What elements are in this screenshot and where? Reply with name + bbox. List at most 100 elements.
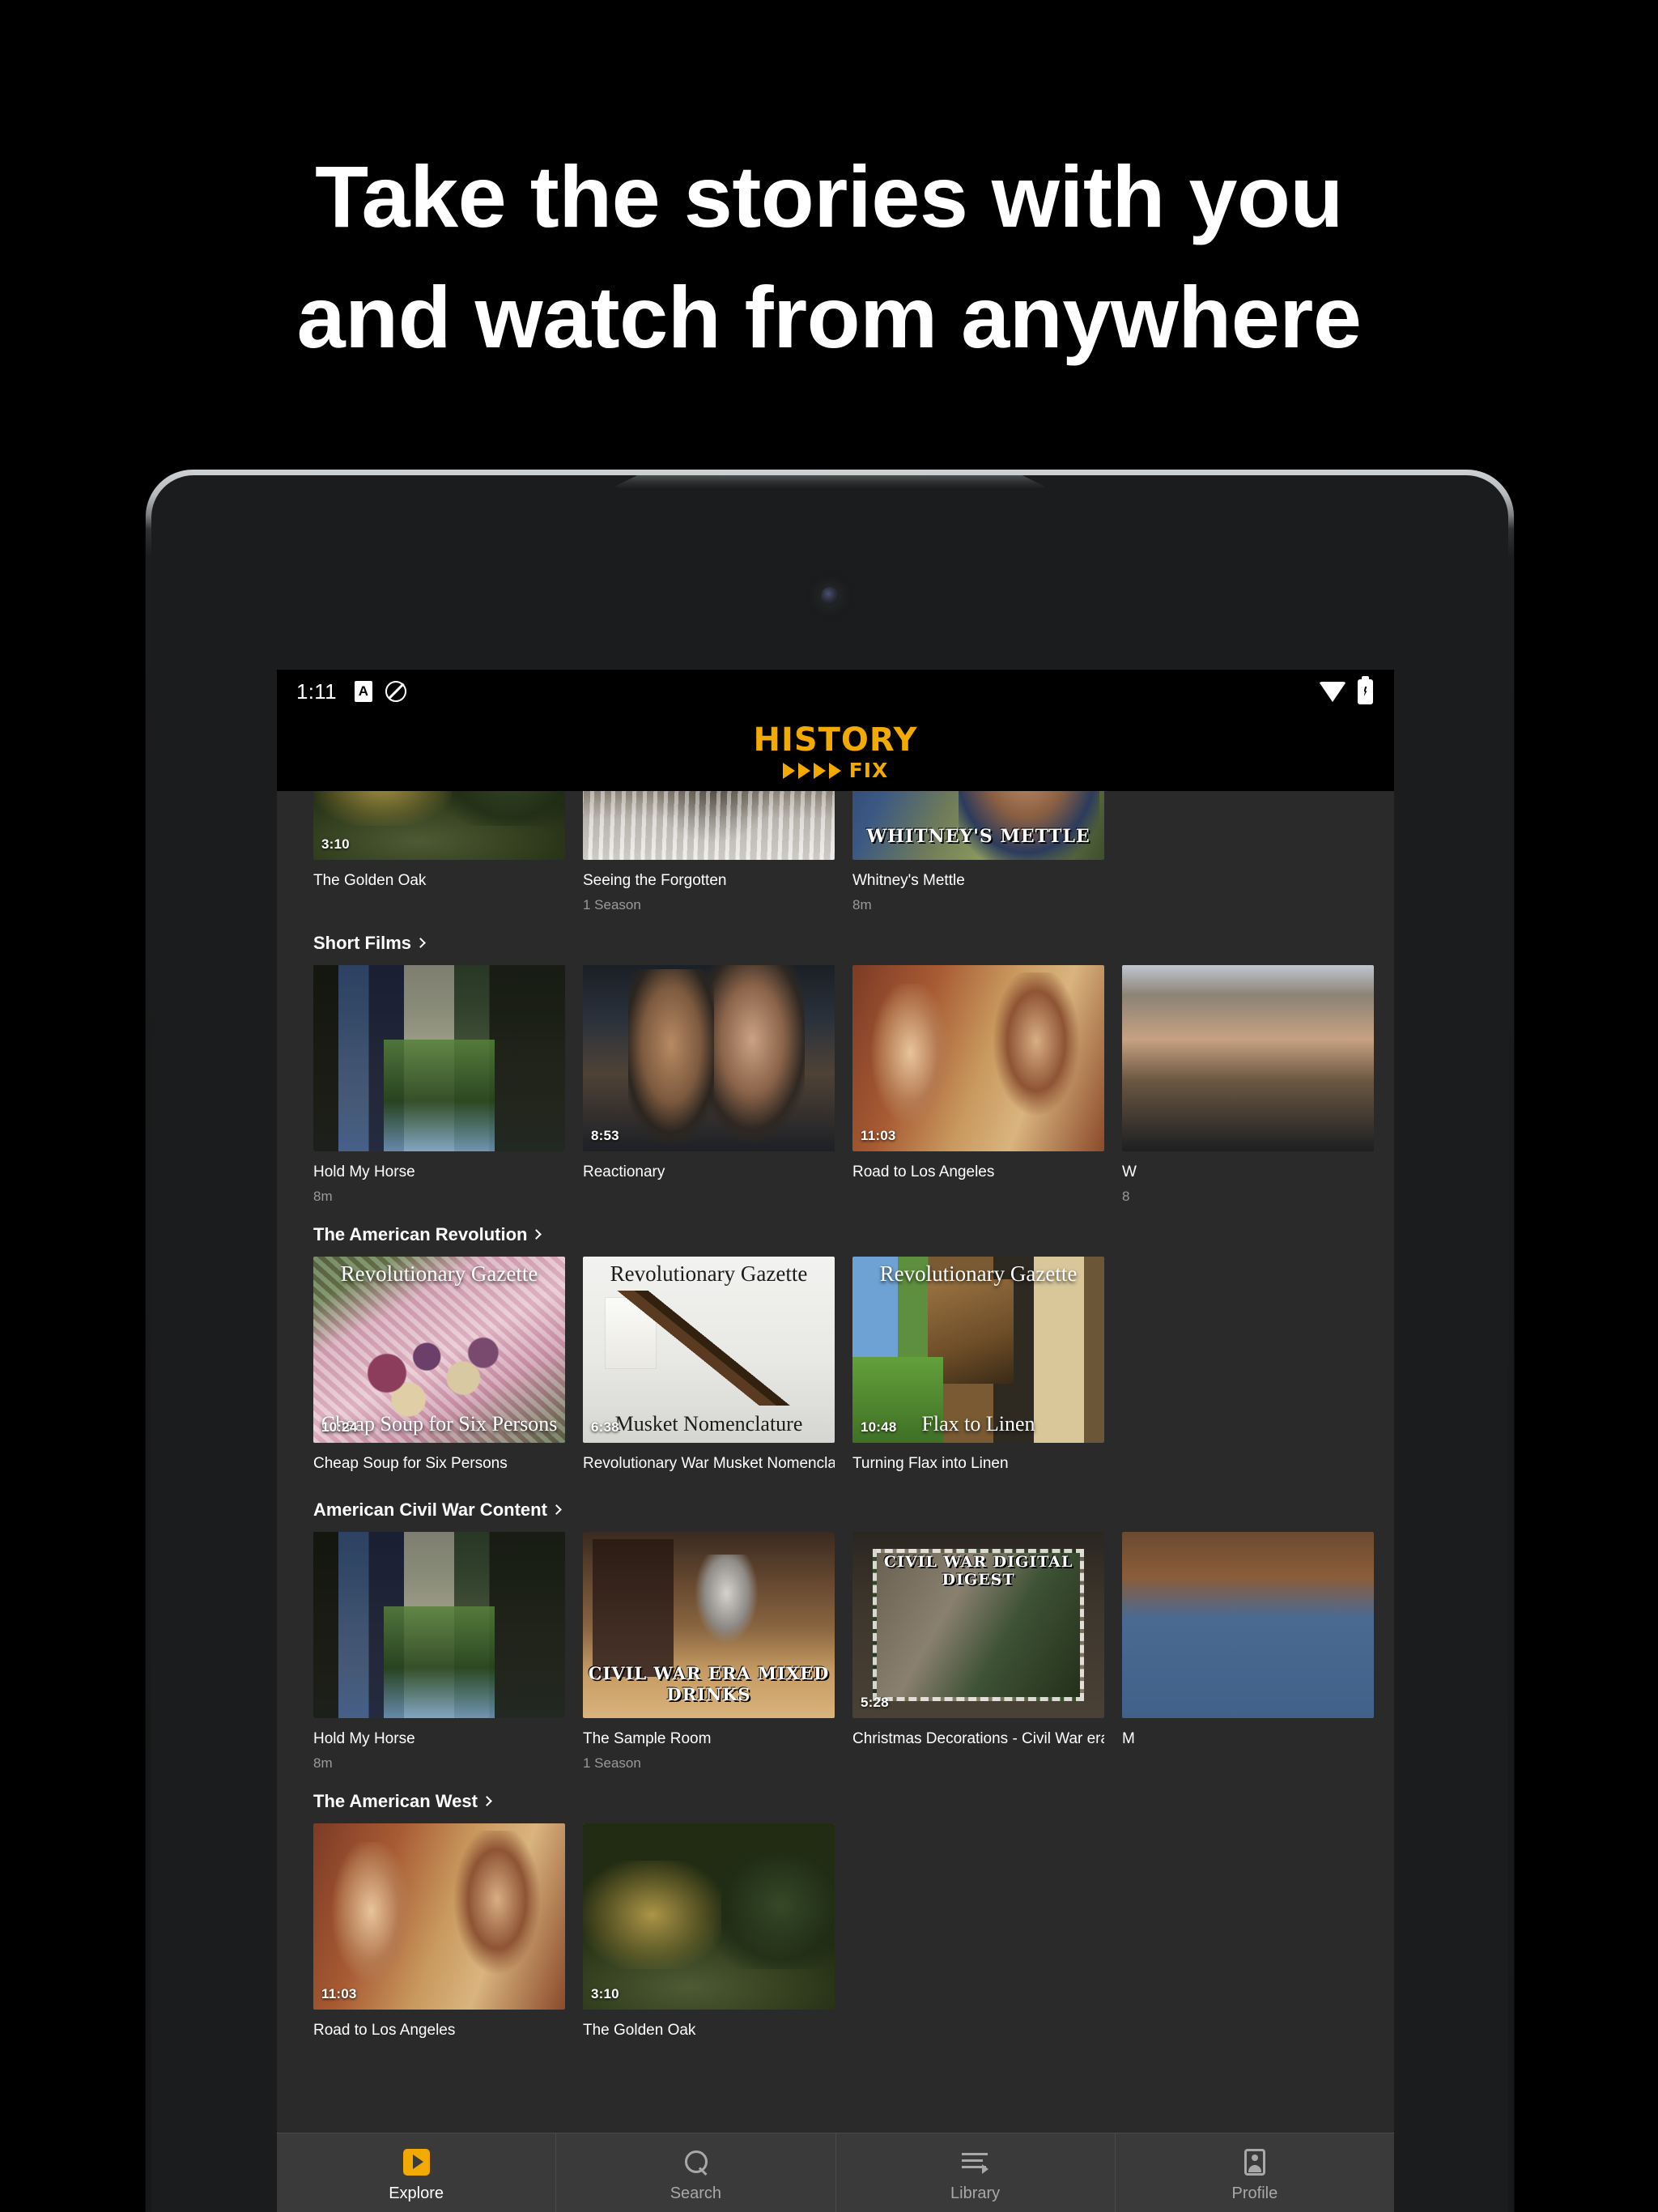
thumbnail-artwork [583,965,835,1152]
front-camera-icon [821,587,839,605]
card-title: The Golden Oak [313,872,427,889]
promo-screenshot: Take the stories with you and watch from… [0,0,1658,2212]
card-thumbnail[interactable]: 3:10 [313,791,565,860]
content-card[interactable]: WHITNEY'S METTLE Whitney's Mettle 8m [852,791,1104,913]
card-title: Road to Los Angeles [852,1163,995,1181]
duration-badge: 5:28 [861,1695,889,1711]
card-carousel[interactable]: Hold My Horse 8m 8:53 Reactionary 11:03 … [277,965,1394,1205]
nav-item-explore[interactable]: Explore [277,2133,557,2212]
content-card[interactable]: 3:10 The Golden Oak [313,791,565,913]
row-title-text: The American West [313,1791,478,1812]
content-row: The American Revolution Revolutionary Ga… [277,1205,1394,1480]
content-card[interactable]: CIVIL WAR ERA MIXED DRINKS The Sample Ro… [583,1532,835,1772]
app-header: HISTORY FIX [277,713,1394,791]
thumbnail-artwork [1122,965,1374,1152]
card-title: Hold My Horse [313,1163,415,1181]
thumbnail-artwork [852,1257,1104,1444]
card-thumbnail[interactable] [1122,1532,1374,1719]
history-fix-logo[interactable]: HISTORY FIX [753,724,917,781]
card-title: Revolutionary War Musket Nomenclature [583,1455,835,1473]
logo-triangle-icon [797,762,810,779]
headline-line-2: and watch from anywhere [296,268,1362,367]
thumbnail-artwork [583,791,835,860]
row-title-text: The American Revolution [313,1224,528,1245]
row-title-text: Short Films [313,933,412,954]
duration-badge: 8:53 [591,1128,619,1144]
content-scroll-area[interactable]: 3:10 The Golden Oak Seeing the Forgotten… [277,791,1394,2133]
content-card[interactable]: 11:03 Road to Los Angeles [313,1823,565,2047]
content-card[interactable]: 3:10 The Golden Oak [583,1823,835,2047]
row-header-civil-war[interactable]: American Civil War Content [277,1480,1394,1532]
card-thumbnail[interactable]: Revolutionary Gazette Cheap Soup for Six… [313,1257,565,1444]
row-header-short-films[interactable]: Short Films [277,913,1394,965]
card-thumbnail[interactable]: WHITNEY'S METTLE [852,791,1104,860]
status-bar-right-icons [1319,675,1373,704]
nav-label-profile: Profile [1231,2184,1278,2202]
card-thumbnail[interactable]: 11:03 [852,965,1104,1152]
card-thumbnail[interactable]: CIVIL WAR DIGITAL DIGEST 5:28 [852,1532,1104,1719]
card-title: The Golden Oak [583,2022,696,2040]
thumbnail-artwork [313,1823,565,2010]
content-card[interactable]: Revolutionary Gazette Flax to Linen 10:4… [852,1257,1104,1480]
card-title: The Sample Room [583,1730,712,1748]
explore-play-icon [402,2149,430,2176]
card-thumbnail[interactable] [583,791,835,860]
card-thumbnail[interactable] [313,965,565,1152]
nav-item-library[interactable]: Library [836,2133,1116,2212]
card-thumbnail[interactable] [313,1532,565,1719]
thumbnail-artwork [583,1257,835,1444]
content-card[interactable]: Hold My Horse 8m [313,1532,565,1772]
card-carousel[interactable]: 3:10 The Golden Oak Seeing the Forgotten… [277,791,1394,913]
nav-label-search: Search [670,2184,722,2202]
duration-badge: 11:03 [861,1128,896,1144]
card-thumbnail[interactable]: Revolutionary Gazette Musket Nomenclatur… [583,1257,835,1444]
content-card[interactable]: Revolutionary Gazette Musket Nomenclatur… [583,1257,835,1480]
logo-subrow: FIX [753,760,917,781]
nav-item-profile[interactable]: Profile [1116,2133,1394,2212]
profile-person-icon [1244,2149,1265,2176]
logo-wordmark: HISTORY [753,721,918,759]
card-title: M [1122,1730,1135,1748]
nav-item-search[interactable]: Search [556,2133,836,2212]
thumbnail-artwork [583,1532,835,1719]
thumbnail-artwork [1122,1532,1374,1719]
card-thumbnail[interactable]: 8:53 [583,965,835,1152]
card-title: Christmas Decorations - Civil War era [852,1730,1104,1748]
card-carousel[interactable]: 11:03 Road to Los Angeles 3:10 The Golde… [277,1823,1394,2047]
content-card[interactable]: M [1122,1532,1374,1772]
row-header-american-west[interactable]: The American West [277,1772,1394,1823]
content-card[interactable]: 8:53 Reactionary [583,965,835,1205]
headline-line-1: Take the stories with you [315,147,1343,245]
content-card[interactable]: Seeing the Forgotten 1 Season [583,791,835,913]
alarm-a-icon: A [354,681,372,702]
content-card[interactable]: W 8 [1122,965,1374,1205]
promo-headline: Take the stories with you and watch from… [0,136,1658,377]
library-list-icon [961,2149,989,2176]
card-subtitle: 8 [1122,1188,1130,1204]
card-title: Turning Flax into Linen [852,1455,1009,1473]
content-card[interactable]: 11:03 Road to Los Angeles [852,965,1104,1205]
search-icon [682,2149,709,2176]
content-row: 3:10 The Golden Oak Seeing the Forgotten… [277,791,1394,913]
card-thumbnail[interactable] [1122,965,1374,1152]
content-card[interactable]: Revolutionary Gazette Cheap Soup for Six… [313,1257,565,1480]
logo-triangle-icon [828,762,841,779]
card-thumbnail[interactable]: 11:03 [313,1823,565,2010]
content-card[interactable]: Hold My Horse 8m [313,965,565,1205]
duration-badge: 10:24 [321,1419,358,1436]
card-carousel[interactable]: Revolutionary Gazette Cheap Soup for Six… [277,1257,1394,1480]
chevron-right-icon [551,1504,562,1515]
duration-badge: 10:48 [861,1419,897,1436]
android-status-bar: 1:11 A [277,670,1394,713]
card-thumbnail[interactable]: 3:10 [583,1823,835,2010]
card-subtitle: 8m [852,896,872,912]
row-header-american-revolution[interactable]: The American Revolution [277,1205,1394,1257]
card-title: Seeing the Forgotten [583,872,727,889]
card-thumbnail[interactable]: Revolutionary Gazette Flax to Linen 10:4… [852,1257,1104,1444]
card-carousel[interactable]: Hold My Horse 8m CIVIL WAR ERA MIXED DRI… [277,1532,1394,1772]
bottom-navigation-bar: Explore Search Library Profile [277,2133,1394,2212]
card-thumbnail[interactable]: CIVIL WAR ERA MIXED DRINKS [583,1532,835,1719]
battery-charging-icon [1358,675,1373,704]
content-card[interactable]: CIVIL WAR DIGITAL DIGEST 5:28 Christmas … [852,1532,1104,1772]
logo-triangle-icon [782,762,795,779]
